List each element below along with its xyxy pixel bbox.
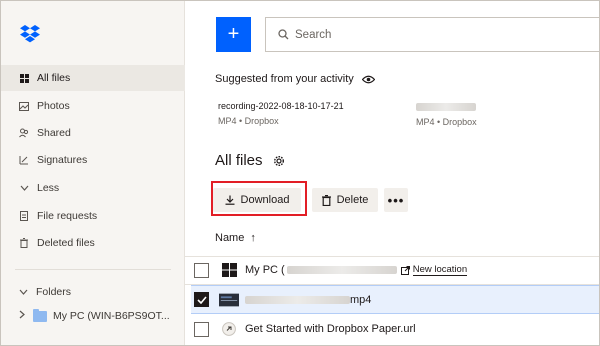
- search-input[interactable]: Search: [265, 17, 599, 52]
- eye-icon[interactable]: [361, 75, 375, 84]
- name-column-header[interactable]: Name ↑: [215, 232, 256, 244]
- folders-section-toggle[interactable]: Folders: [1, 282, 185, 302]
- redacted-name: [416, 103, 476, 111]
- search-placeholder: Search: [295, 28, 332, 41]
- table-row[interactable]: Get Started with Dropbox Paper.url: [191, 316, 599, 342]
- sidebar-item-label: Signatures: [37, 154, 88, 166]
- chevron-down-icon: [19, 287, 28, 298]
- sidebar: All files Photos Shared Signatures Less: [1, 1, 185, 345]
- suggested-item-name: recording-2022-08-18-10-17-21: [218, 101, 344, 111]
- windows-icon: [219, 262, 239, 278]
- create-button[interactable]: +: [216, 17, 251, 52]
- row-checkbox[interactable]: [194, 262, 209, 278]
- sidebar-item-shared[interactable]: Shared: [1, 120, 185, 146]
- suggested-item[interactable]: MP4 • Dropbox: [416, 101, 477, 127]
- search-icon: [278, 29, 289, 40]
- new-location-link[interactable]: New location: [400, 264, 468, 276]
- gear-icon[interactable]: [273, 155, 285, 167]
- table-row[interactable]: mp4: [191, 285, 599, 314]
- folder-tree-item[interactable]: My PC (WIN-B6PS9OT...: [1, 305, 185, 327]
- link-file-icon: [219, 321, 239, 337]
- redacted-name: [245, 295, 350, 304]
- sidebar-item-label: Photos: [37, 100, 70, 112]
- suggested-heading: Suggested from your activity: [215, 73, 375, 85]
- sidebar-item-label: Shared: [37, 127, 71, 139]
- table-row[interactable]: My PC ( New location: [191, 257, 599, 283]
- photos-icon: [19, 101, 29, 111]
- plus-icon: +: [227, 23, 240, 45]
- dropbox-logo-icon[interactable]: [19, 25, 41, 45]
- sidebar-item-signatures[interactable]: Signatures: [1, 147, 185, 173]
- sidebar-item-photos[interactable]: Photos: [1, 93, 185, 119]
- all-files-icon: [19, 73, 29, 83]
- suggested-item[interactable]: recording-2022-08-18-10-17-21 MP4 • Drop…: [218, 101, 344, 126]
- ellipsis-icon: •••: [387, 192, 405, 208]
- sidebar-item-label: Deleted files: [37, 237, 95, 249]
- shared-icon: [19, 128, 29, 138]
- sidebar-item-label: File requests: [37, 210, 98, 222]
- folders-label: Folders: [36, 286, 72, 298]
- sidebar-item-file-requests[interactable]: File requests: [1, 203, 185, 229]
- video-thumbnail-icon: [219, 292, 239, 308]
- more-options-button[interactable]: •••: [384, 188, 408, 212]
- sidebar-item-deleted-files[interactable]: Deleted files: [1, 230, 185, 256]
- suggested-item-meta: MP4 • Dropbox: [218, 116, 279, 126]
- trash-icon: [19, 238, 29, 248]
- suggested-item-meta: MP4 • Dropbox: [416, 117, 477, 127]
- file-requests-icon: [19, 211, 29, 221]
- folder-label: My PC (WIN-B6PS9OT...: [53, 310, 170, 322]
- sidebar-item-less[interactable]: Less: [1, 175, 185, 201]
- page-title: All files: [215, 152, 285, 169]
- sort-arrow-icon: ↑: [250, 232, 256, 244]
- file-name: My PC (: [245, 264, 285, 276]
- sidebar-divider: [15, 269, 171, 270]
- row-checkbox[interactable]: [194, 321, 209, 337]
- chevron-right-icon[interactable]: [19, 310, 29, 322]
- app-window: All files Photos Shared Signatures Less: [0, 0, 600, 346]
- sidebar-item-all-files[interactable]: All files: [1, 65, 185, 91]
- chevron-down-icon: [19, 183, 29, 193]
- file-extension: mp4: [350, 293, 372, 306]
- signatures-icon: [19, 155, 29, 165]
- download-highlight-annotation: [211, 181, 307, 216]
- folder-icon: [33, 308, 47, 322]
- sidebar-item-label: Less: [37, 182, 60, 194]
- delete-button[interactable]: Delete: [312, 188, 378, 212]
- sidebar-item-label: All files: [37, 72, 71, 84]
- row-checkbox-checked[interactable]: [194, 292, 209, 307]
- redacted-name: [286, 266, 397, 274]
- file-name: Get Started with Dropbox Paper.url: [245, 323, 416, 335]
- trash-icon: [321, 194, 331, 206]
- external-link-icon: [400, 265, 410, 275]
